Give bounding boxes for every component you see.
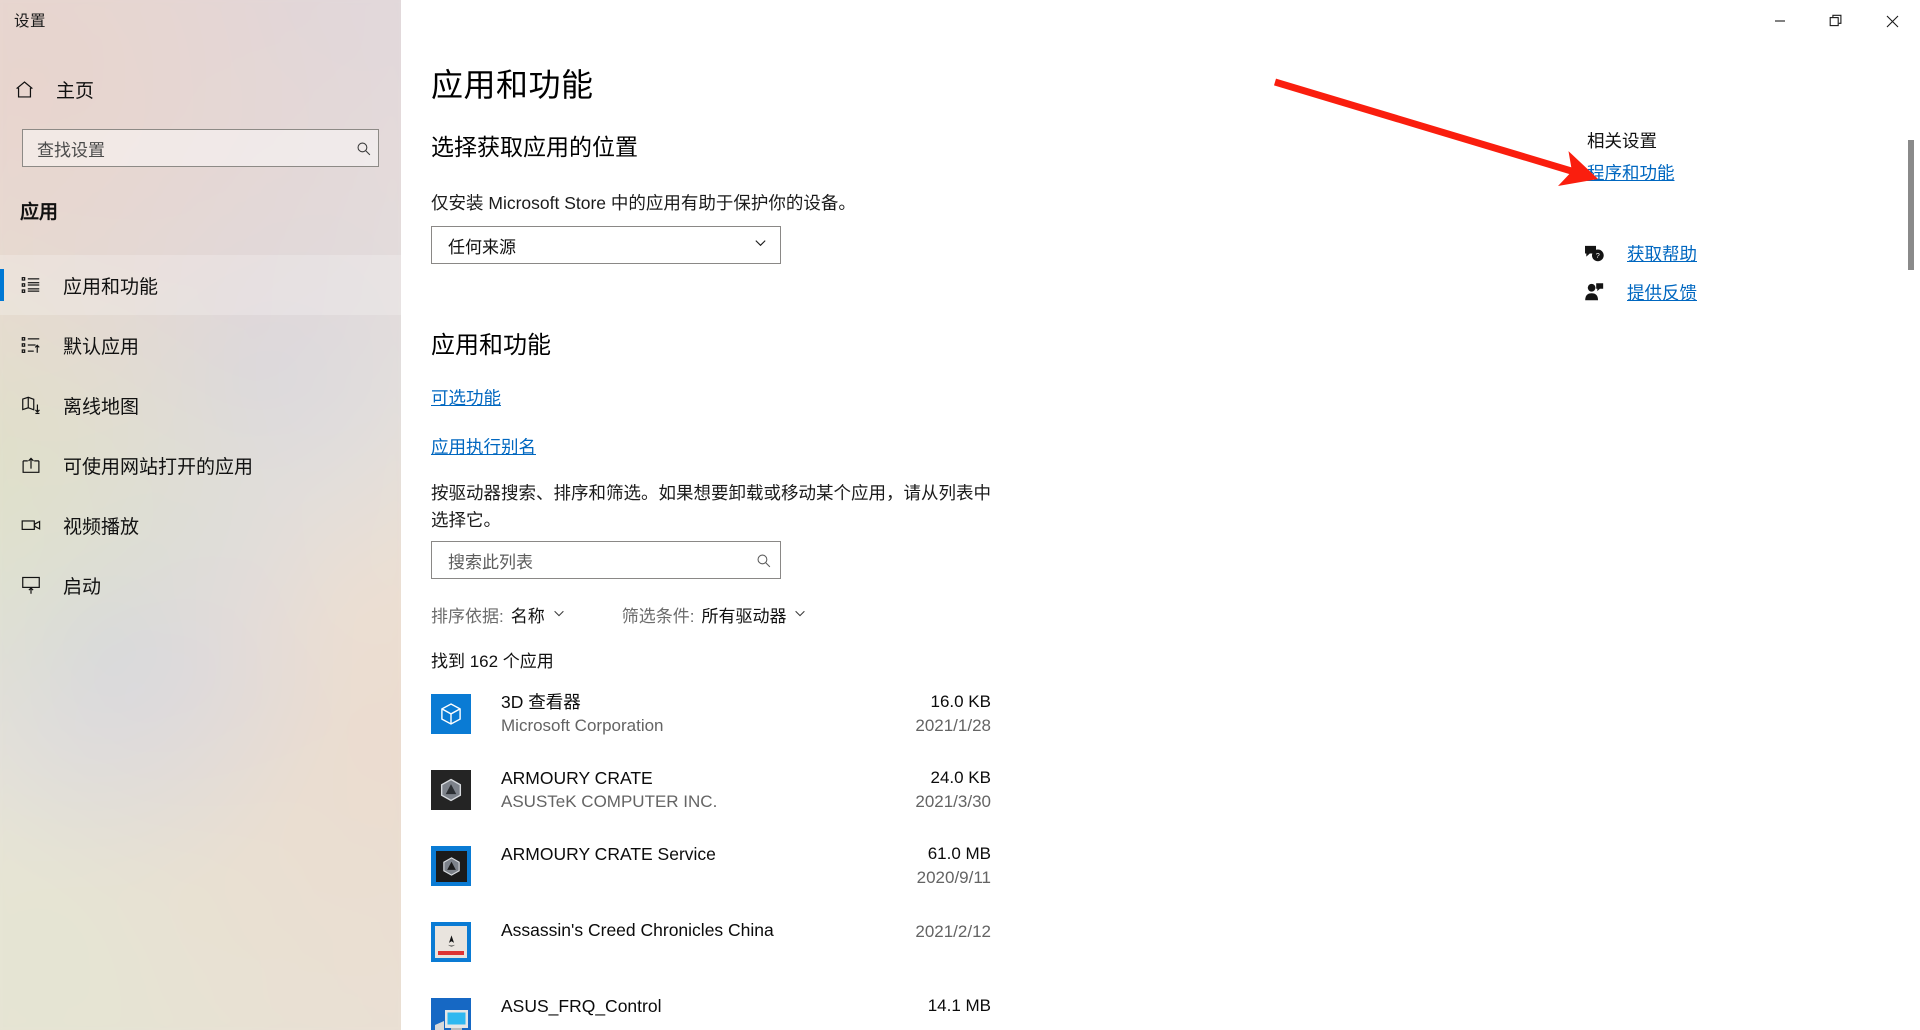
optional-features-link[interactable]: 可选功能 <box>431 385 501 410</box>
chevron-down-icon <box>552 605 566 625</box>
app-source-value: 任何来源 <box>448 237 516 257</box>
svg-text:?: ? <box>1596 251 1600 260</box>
armoury-crate-icon <box>431 770 471 810</box>
minimize-button[interactable] <box>1752 0 1808 42</box>
sidebar-item-label: 启动 <box>63 576 102 598</box>
scrollbar-thumb[interactable] <box>1908 140 1914 270</box>
sidebar-item-label: 可使用网站打开的应用 <box>63 456 254 478</box>
app-name: ASUS_FRQ_Control <box>501 996 662 1016</box>
main-content: 应用和功能 选择获取应用的位置 仅安装 Microsoft Store 中的应用… <box>401 0 1920 1030</box>
window-title: 设置 <box>14 13 47 30</box>
give-feedback-label[interactable]: 提供反馈 <box>1627 280 1697 305</box>
app-date: 2021/1/28 <box>915 715 991 735</box>
list-item[interactable]: ASUS_FRQ_Control 14.1 MB <box>431 989 991 1030</box>
filter-by-dropdown[interactable]: 筛选条件: 所有驱动器 <box>622 602 808 627</box>
settings-search-box[interactable]: 查找设置 <box>22 129 379 167</box>
app-list-search-box[interactable]: 搜索此列表 <box>431 541 781 579</box>
armoury-crate-service-icon <box>431 846 471 886</box>
app-execution-aliases-link[interactable]: 应用执行别名 <box>431 434 536 459</box>
settings-search-input[interactable]: 查找设置 <box>23 136 348 161</box>
app-name: Assassin's Creed Chronicles China <box>501 920 774 940</box>
sidebar-nav: 应用和功能 默认应用 离线地图 可使用网站打开的应用 视频播放 启动 <box>0 255 401 615</box>
filter-by-value: 所有驱动器 <box>701 607 787 626</box>
sidebar-item-label: 视频播放 <box>63 516 140 538</box>
chevron-down-icon <box>753 235 768 255</box>
sort-by-value: 名称 <box>510 607 545 626</box>
sidebar-item-apps-for-websites[interactable]: 可使用网站打开的应用 <box>0 435 401 495</box>
get-help-row[interactable]: ? 获取帮助 <box>1581 240 1697 266</box>
sidebar-item-offline-maps[interactable]: 离线地图 <box>0 375 401 435</box>
section-heading-source: 选择获取应用的位置 <box>431 134 638 160</box>
apps-found-count: 找到 162 个应用 <box>431 652 554 671</box>
app-list-search-input[interactable]: 搜索此列表 <box>432 548 746 573</box>
app-date: 2021/2/12 <box>915 922 991 941</box>
search-icon <box>348 140 378 157</box>
sort-filter-row: 排序依据: 名称 筛选条件: 所有驱动器 <box>431 602 807 627</box>
help-chat-icon: ? <box>1581 240 1607 266</box>
list-item[interactable]: ARMOURY CRATE ASUSTeK COMPUTER INC. 24.0… <box>431 761 991 837</box>
sidebar-item-label: 应用和功能 <box>63 276 159 298</box>
window-controls <box>1752 0 1920 42</box>
sidebar-item-startup[interactable]: 启动 <box>0 555 401 615</box>
assassins-creed-icon-bar <box>438 951 464 955</box>
apps-list: 3D 查看器 Microsoft Corporation 16.0 KB 202… <box>431 685 991 1030</box>
app-publisher: ASUSTeK COMPUTER INC. <box>501 792 718 812</box>
filter-by-label: 筛选条件: <box>621 607 695 626</box>
apps-for-websites-icon <box>20 454 42 476</box>
startup-icon <box>20 574 42 596</box>
sidebar-item-home[interactable]: 主页 <box>14 76 94 103</box>
assassins-creed-icon <box>431 922 471 962</box>
related-settings-title: 相关设置 <box>1587 131 1657 151</box>
sidebar-item-default-apps[interactable]: 默认应用 <box>0 315 401 375</box>
selection-accent-bar <box>0 269 4 301</box>
app-name: ARMOURY CRATE Service <box>501 844 716 864</box>
sidebar-item-apps-and-features[interactable]: 应用和功能 <box>0 255 401 315</box>
app-size: 61.0 MB <box>927 844 991 863</box>
restore-button[interactable] <box>1808 0 1864 42</box>
section-description-source: 仅安装 Microsoft Store 中的应用有助于保护你的设备。 <box>431 193 856 213</box>
app-publisher: Microsoft Corporation <box>501 716 664 736</box>
cube-3d-viewer-icon <box>431 694 471 734</box>
section-heading-apps: 应用和功能 <box>431 332 551 359</box>
home-icon <box>14 79 35 100</box>
app-size: 16.0 KB <box>930 692 992 711</box>
app-size: 24.0 KB <box>930 768 992 787</box>
offline-maps-icon <box>20 394 42 416</box>
asus-frq-control-icon <box>431 998 471 1030</box>
default-apps-icon <box>20 334 42 356</box>
video-playback-icon <box>20 514 42 536</box>
app-name: ARMOURY CRATE <box>501 768 653 788</box>
sidebar-item-video-playback[interactable]: 视频播放 <box>0 495 401 555</box>
feedback-person-icon <box>1581 279 1607 305</box>
app-date: 2021/3/30 <box>915 791 991 811</box>
sort-by-label: 排序依据: <box>431 607 504 626</box>
page-title: 应用和功能 <box>431 67 594 103</box>
sidebar-item-label: 默认应用 <box>63 336 140 358</box>
programs-and-features-link[interactable]: 程序和功能 <box>1587 160 1675 185</box>
app-name: 3D 查看器 <box>501 692 581 712</box>
vertical-scrollbar[interactable] <box>1902 42 1920 1030</box>
sidebar-item-label: 离线地图 <box>63 396 140 418</box>
app-source-dropdown[interactable]: 任何来源 <box>431 226 781 264</box>
sort-by-dropdown[interactable]: 排序依据: 名称 <box>431 602 566 627</box>
list-item[interactable]: Assassin's Creed Chronicles China 2021/2… <box>431 913 991 989</box>
sidebar: 设置 主页 查找设置 应用 应用和功能 默认应用 离线地图 可使用网站打开的应用… <box>0 0 401 1030</box>
list-item[interactable]: ARMOURY CRATE Service 61.0 MB 2020/9/11 <box>431 837 991 913</box>
give-feedback-row[interactable]: 提供反馈 <box>1581 279 1697 305</box>
sidebar-home-label: 主页 <box>56 81 95 102</box>
settings-window: 设置 主页 查找设置 应用 应用和功能 默认应用 离线地图 可使用网站打开的应用… <box>0 0 1920 1030</box>
get-help-label[interactable]: 获取帮助 <box>1627 241 1697 266</box>
chevron-down-icon <box>793 605 807 625</box>
sidebar-group-title: 应用 <box>20 202 59 223</box>
close-button[interactable] <box>1864 0 1920 42</box>
app-size: 14.1 MB <box>927 996 991 1015</box>
search-icon <box>746 552 780 569</box>
apps-list-description: 按驱动器搜索、排序和筛选。如果想要卸载或移动某个应用，请从列表中选择它。 <box>431 483 991 530</box>
app-date: 2020/9/11 <box>916 867 991 887</box>
apps-list-icon <box>20 274 42 296</box>
list-item[interactable]: 3D 查看器 Microsoft Corporation 16.0 KB 202… <box>431 685 991 761</box>
